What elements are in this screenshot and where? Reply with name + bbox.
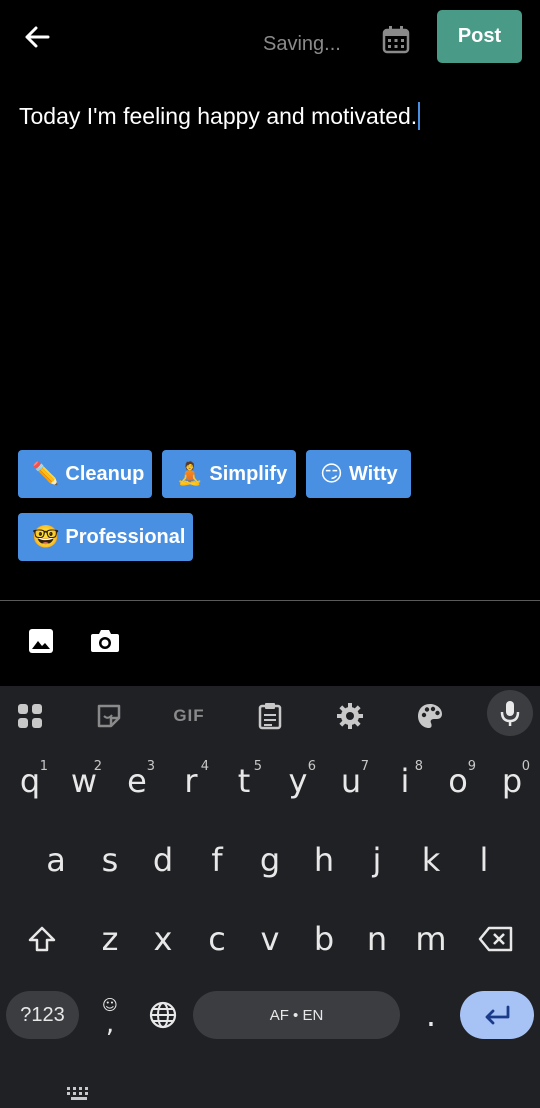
- key-hint: 1: [39, 759, 48, 774]
- apps-grid-icon[interactable]: [10, 700, 50, 732]
- suggestion-simplify-button[interactable]: 🧘 Simplify: [162, 450, 296, 498]
- text-caret: [418, 102, 421, 130]
- post-button[interactable]: Post: [437, 10, 522, 63]
- suggestion-label: Simplify: [209, 462, 288, 485]
- keyboard-switch-icon[interactable]: [66, 1086, 92, 1102]
- sticker-icon[interactable]: [89, 700, 129, 732]
- suggestion-label: Cleanup: [65, 462, 145, 485]
- backspace-icon: [478, 926, 513, 952]
- language-globe-key[interactable]: [137, 985, 189, 1045]
- smirk-emoji-icon: 😏: [320, 461, 343, 487]
- key-d[interactable]: d: [137, 830, 189, 890]
- period-key[interactable]: .: [405, 985, 457, 1045]
- key-r[interactable]: r4: [165, 751, 217, 811]
- key-x[interactable]: x: [137, 909, 189, 969]
- mic-button[interactable]: [487, 690, 533, 736]
- nerd-emoji-icon: 🤓: [32, 524, 60, 550]
- key-t[interactable]: t5: [218, 751, 270, 811]
- key-p[interactable]: p0: [486, 751, 538, 811]
- key-h[interactable]: h: [298, 830, 350, 890]
- key-b[interactable]: b: [298, 909, 350, 969]
- key-hint: 8: [414, 759, 423, 774]
- key-label: t: [237, 762, 251, 800]
- key-label: i: [400, 762, 410, 800]
- key-s[interactable]: s: [84, 830, 136, 890]
- palette-icon[interactable]: [410, 700, 450, 732]
- comma-label: ,: [105, 1008, 115, 1039]
- key-j[interactable]: j: [351, 830, 403, 890]
- key-hint: 6: [307, 759, 316, 774]
- microphone-icon: [500, 701, 520, 726]
- backspace-key[interactable]: [470, 909, 522, 969]
- key-y[interactable]: y6: [272, 751, 324, 811]
- enter-key[interactable]: [460, 991, 534, 1039]
- editor-text: Today I'm feeling happy and motivated.: [19, 103, 418, 129]
- key-label: r: [184, 762, 198, 800]
- post-text-editor[interactable]: Today I'm feeling happy and motivated.: [19, 102, 421, 130]
- divider: [0, 600, 540, 601]
- settings-gear-icon[interactable]: [330, 700, 370, 732]
- key-c[interactable]: c: [191, 909, 243, 969]
- space-bar[interactable]: AF • EN: [193, 991, 400, 1039]
- key-w[interactable]: w2: [58, 751, 110, 811]
- key-hint: 9: [467, 759, 476, 774]
- key-u[interactable]: u7: [325, 751, 377, 811]
- symbols-key[interactable]: ?123: [6, 991, 79, 1039]
- pencil-emoji-icon: ✏️: [32, 461, 60, 487]
- key-g[interactable]: g: [244, 830, 296, 890]
- key-k[interactable]: k: [405, 830, 457, 890]
- key-hint: 4: [200, 759, 209, 774]
- key-hint: 0: [521, 759, 530, 774]
- key-n[interactable]: n: [351, 909, 403, 969]
- clipboard-icon[interactable]: [250, 700, 290, 732]
- key-i[interactable]: i8: [379, 751, 431, 811]
- emoji-comma-key[interactable]: ☺ ,: [84, 986, 136, 1046]
- shift-arrow-icon: [28, 926, 56, 952]
- key-a[interactable]: a: [30, 830, 82, 890]
- saving-status: Saving...: [263, 33, 341, 55]
- key-o[interactable]: o9: [432, 751, 484, 811]
- key-hint: 7: [360, 759, 369, 774]
- suggestion-witty-button[interactable]: 😏 Witty: [306, 450, 411, 498]
- meditation-emoji-icon: 🧘: [176, 461, 204, 487]
- enter-arrow-icon: [485, 1005, 510, 1025]
- suggestion-professional-button[interactable]: 🤓 Professional: [18, 513, 193, 561]
- key-label: o: [448, 762, 468, 800]
- key-v[interactable]: v: [244, 909, 296, 969]
- key-q[interactable]: q1: [4, 751, 56, 811]
- keyboard: [0, 686, 540, 1108]
- camera-icon[interactable]: [90, 628, 120, 658]
- back-arrow-icon[interactable]: [18, 20, 56, 54]
- key-m[interactable]: m: [405, 909, 457, 969]
- suggestion-label: Professional: [65, 525, 186, 548]
- gif-button[interactable]: GIF: [169, 700, 209, 732]
- key-label: p: [501, 762, 523, 800]
- shift-key[interactable]: [16, 909, 68, 969]
- key-label: y: [288, 762, 308, 800]
- key-hint: 2: [93, 759, 102, 774]
- key-label: e: [127, 762, 147, 800]
- key-label: q: [19, 762, 41, 800]
- suggestion-cleanup-button[interactable]: ✏️ Cleanup: [18, 450, 152, 498]
- key-f[interactable]: f: [191, 830, 243, 890]
- calendar-icon[interactable]: [380, 24, 412, 56]
- key-e[interactable]: e3: [111, 751, 163, 811]
- key-l[interactable]: l: [458, 830, 510, 890]
- key-hint: 3: [146, 759, 155, 774]
- key-z[interactable]: z: [84, 909, 136, 969]
- image-icon[interactable]: [28, 628, 58, 658]
- top-bar: Saving... Post: [0, 0, 540, 80]
- key-hint: 5: [253, 759, 262, 774]
- globe-icon: [149, 1001, 177, 1029]
- key-label: u: [340, 762, 362, 800]
- suggestion-label: Witty: [348, 462, 398, 485]
